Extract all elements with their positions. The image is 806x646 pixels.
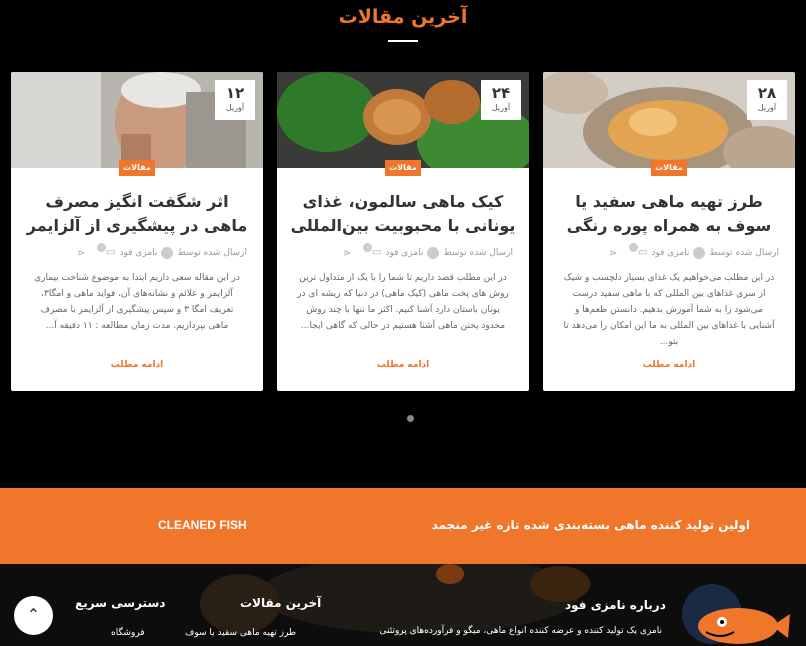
posted-by-label: ارسال شده توسط: [443, 248, 513, 258]
avatar: [161, 247, 174, 259]
footer-about-title: درباره نامزی فود: [565, 598, 666, 612]
footer-latest-item[interactable]: طرز تهیه ماهی سفید یا سوف: [185, 628, 296, 638]
banner-left-text: CLEANED FISH: [158, 518, 247, 532]
share-icon[interactable]: ⋖: [343, 248, 351, 259]
post-image[interactable]: ۲۴ آوریل: [277, 72, 529, 168]
post-image[interactable]: ۱۲ آوریل: [11, 72, 263, 168]
post-card[interactable]: ۲۴ آوریل مقالات کیک ماهی سالمون، غذای یو…: [277, 72, 529, 391]
date-day: ۲۸: [757, 84, 777, 102]
footer-about-text: نامزی یک تولید کننده و عرضه کننده انواع …: [379, 626, 662, 636]
date-month: آوریل: [225, 103, 245, 112]
post-meta: ارسال شده توسط نامزی فود ▭ ۰ ⋖: [35, 243, 247, 260]
date-badge: ۲۴ آوریل: [481, 80, 521, 120]
date-day: ۲۴: [491, 84, 511, 102]
promo-banner: CLEANED FISH اولین تولید کننده ماهی بسته…: [0, 488, 806, 564]
footer: درباره نامزی فود نامزی یک تولید کننده و …: [0, 564, 806, 646]
date-month: آوریل: [757, 103, 777, 112]
section-title: آخرین مقالات: [338, 6, 468, 28]
chevron-up-icon: ⌃: [26, 605, 41, 624]
comment-icon[interactable]: ▭ ۰: [629, 243, 647, 259]
post-meta: ارسال شده توسط نامزی فود ▭ ۰ ⋖: [567, 243, 779, 260]
post-image[interactable]: ۲۸ آوریل: [543, 72, 795, 168]
comment-icon[interactable]: ▭ ۰: [363, 243, 381, 259]
carousel-dot[interactable]: [407, 415, 414, 422]
date-day: ۱۲: [225, 84, 245, 102]
footer-latest-title: آخرین مقالات: [240, 596, 322, 610]
read-more-link[interactable]: ادامه مطلب: [11, 360, 263, 370]
footer-quick-title: دسترسی سریع: [75, 596, 166, 610]
category-badge[interactable]: مقالات: [385, 160, 421, 176]
share-icon[interactable]: ⋖: [77, 248, 85, 259]
post-title[interactable]: اثر شگفت انگیز مصرف ماهی در پیشگیری از آ…: [23, 190, 251, 238]
read-more-link[interactable]: ادامه مطلب: [277, 360, 529, 370]
post-meta: ارسال شده توسط نامزی فود ▭ ۰ ⋖: [301, 243, 513, 260]
post-card[interactable]: ۱۲ آوریل مقالات اثر شگفت انگیز مصرف ماهی…: [11, 72, 263, 391]
post-excerpt: در این مقاله سعی داریم ابتدا به موضوع شن…: [34, 273, 240, 331]
author-name[interactable]: نامزی فود: [385, 248, 423, 258]
read-more-link[interactable]: ادامه مطلب: [543, 360, 795, 370]
posted-by-label: ارسال شده توسط: [709, 248, 779, 258]
post-card[interactable]: ۲۸ آوریل مقالات طرز تهیه ماهی سفید یا سو…: [543, 72, 795, 391]
author-name[interactable]: نامزی فود: [651, 248, 689, 258]
comment-icon[interactable]: ▭ ۰: [97, 243, 115, 259]
footer-quick-item[interactable]: فروشگاه: [111, 628, 145, 638]
posted-by-label: ارسال شده توسط: [177, 248, 247, 258]
scroll-to-top-button[interactable]: ⌃: [14, 596, 53, 635]
post-excerpt: در این مطلب می‌خواهیم یک غذای بسیار دلچس…: [563, 273, 775, 347]
avatar: [427, 247, 440, 259]
date-month: آوریل: [491, 103, 511, 112]
date-badge: ۱۲ آوریل: [215, 80, 255, 120]
logo-icon[interactable]: [676, 580, 790, 646]
category-badge[interactable]: مقالات: [651, 160, 687, 176]
category-badge[interactable]: مقالات: [119, 160, 155, 176]
post-title[interactable]: طرز تهیه ماهی سفید یا سوف به همراه پوره …: [555, 190, 783, 238]
title-underline: [388, 40, 418, 42]
author-name[interactable]: نامزی فود: [119, 248, 157, 258]
banner-right-text: اولین تولید کننده ماهی بسته‌بندی شده تاز…: [431, 518, 750, 532]
post-excerpt: در این مطلب قصد داریم تا شما را با یک از…: [297, 273, 509, 331]
post-title[interactable]: کیک ماهی سالمون، غذای یونانی با محبوبیت …: [289, 190, 517, 238]
share-icon[interactable]: ⋖: [609, 248, 617, 259]
avatar: [693, 247, 706, 259]
date-badge: ۲۸ آوریل: [747, 80, 787, 120]
